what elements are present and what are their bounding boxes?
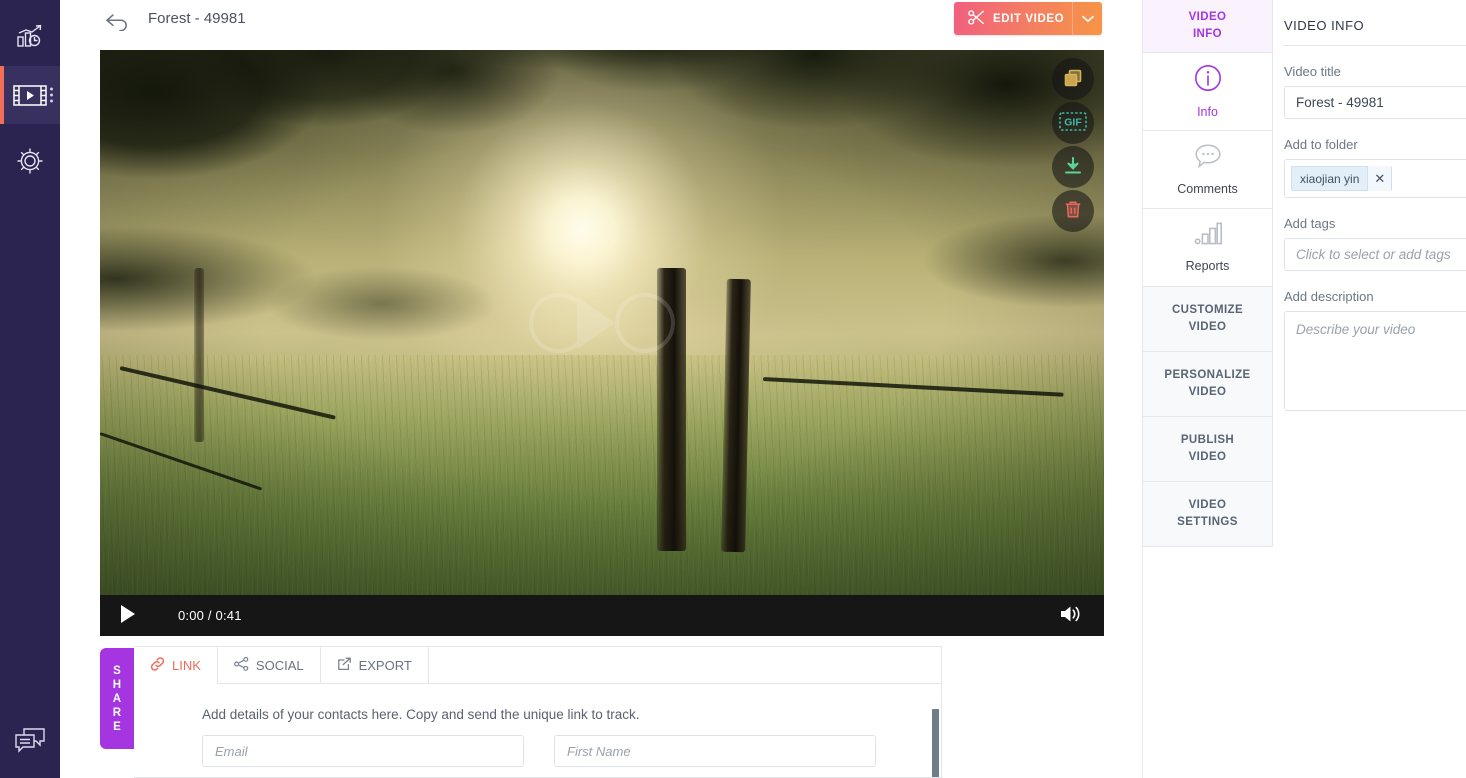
gif-icon: GIF	[1059, 112, 1087, 134]
folder-chip[interactable]: xiaojian yin ✕	[1291, 166, 1393, 191]
tab-publish-video[interactable]: PUBLISH VIDEO	[1143, 417, 1273, 482]
share-hint-text: Add details of your contacts here. Copy …	[202, 707, 640, 722]
folder-input[interactable]: xiaojian yin ✕	[1284, 159, 1466, 198]
player-control-bar: 0:00 / 0:41	[100, 595, 1104, 636]
share-email-input[interactable]	[202, 735, 524, 767]
video-player[interactable]: GIF	[100, 50, 1104, 595]
video-info-pane: VIDEO INFO Video title Forest - 49981 Ad…	[1284, 0, 1466, 778]
chat-bubbles-icon	[14, 727, 46, 759]
video-title-input[interactable]: Forest - 49981	[1284, 86, 1466, 119]
info-circle-icon	[1193, 63, 1223, 98]
page-title: Forest - 49981	[148, 10, 246, 27]
tab-publish-line2: VIDEO	[1188, 451, 1227, 463]
tab-social[interactable]: SOCIAL	[218, 647, 321, 684]
folder-chip-label: xiaojian yin	[1300, 171, 1360, 186]
edit-video-label: EDIT VIDEO	[993, 12, 1065, 25]
tab-export-label: EXPORT	[358, 657, 412, 673]
tab-customize-video[interactable]: CUSTOMIZE VIDEO	[1143, 287, 1273, 352]
share-side-tab[interactable]: S H A R E	[100, 648, 134, 749]
tab-comments-label: Comments	[1177, 181, 1238, 196]
info-heading: VIDEO INFO	[1284, 18, 1466, 46]
sidebar-item-videos[interactable]	[0, 66, 60, 124]
back-button[interactable]	[100, 8, 136, 38]
copy-video-button[interactable]	[1052, 58, 1094, 100]
delete-video-button[interactable]	[1052, 190, 1094, 232]
tab-reports-label: Reports	[1185, 258, 1230, 273]
create-gif-button[interactable]: GIF	[1052, 102, 1094, 144]
tab-video-info-line1: VIDEO	[1188, 11, 1227, 23]
download-video-button[interactable]	[1052, 146, 1094, 188]
tab-video-info[interactable]: VIDEO INFO	[1143, 0, 1273, 53]
video-action-buttons: GIF	[1052, 58, 1094, 232]
back-arrow-icon	[105, 13, 131, 34]
bar-chart-icon	[1193, 221, 1223, 252]
tab-publish-line1: PUBLISH	[1180, 434, 1235, 446]
tab-social-label: SOCIAL	[255, 657, 304, 673]
close-icon[interactable]: ✕	[1367, 166, 1392, 191]
share-tab-strip: LINK SOCIAL EXPORT	[134, 647, 941, 684]
tab-info[interactable]: Info	[1143, 53, 1273, 131]
share-letter: R	[112, 706, 122, 719]
video-title-label: Video title	[1284, 64, 1341, 79]
tab-link[interactable]: LINK	[134, 647, 218, 684]
tab-link-label: LINK	[172, 657, 201, 673]
add-tags-label: Add tags	[1284, 216, 1336, 231]
tab-comments[interactable]: Comments	[1143, 131, 1273, 209]
tab-personalize-line1: PERSONALIZE	[1164, 369, 1251, 381]
add-to-folder-label: Add to folder	[1284, 137, 1358, 152]
share-letter: E	[113, 720, 121, 733]
chevron-down-icon[interactable]	[1072, 2, 1102, 35]
svg-text:GIF: GIF	[1064, 117, 1082, 129]
sidebar-item-chat[interactable]	[0, 708, 60, 778]
export-icon	[337, 657, 352, 674]
volume-button[interactable]	[1052, 595, 1090, 636]
download-icon	[1063, 156, 1083, 179]
volume-on-icon	[1059, 604, 1083, 627]
main-content: Forest - 49981 EDIT VIDEO GIF 0:00 / 0:4…	[60, 0, 1142, 778]
tab-video-settings-line2: SETTINGS	[1177, 516, 1238, 528]
time-display: 0:00 / 0:41	[178, 608, 242, 623]
copy-icon	[1064, 69, 1082, 90]
tags-input[interactable]: Click to select or add tags	[1284, 238, 1466, 271]
edit-video-button[interactable]: EDIT VIDEO	[954, 2, 1102, 35]
right-tab-list: VIDEO INFO Info Comments Reports CUSTOMI…	[1143, 0, 1273, 547]
share-letter: H	[112, 678, 122, 691]
share-scrollbar-thumb[interactable]	[932, 709, 939, 777]
tab-video-info-line2: INFO	[1192, 28, 1223, 40]
tab-personalize-video[interactable]: PERSONALIZE VIDEO	[1143, 352, 1273, 417]
share-letter: S	[113, 664, 121, 677]
share-firstname-input[interactable]	[554, 735, 876, 767]
app-root: Forest - 49981 EDIT VIDEO GIF 0:00 / 0:4…	[0, 0, 1466, 778]
right-panel: VIDEO INFO Info Comments Reports CUSTOMI…	[1142, 0, 1466, 778]
description-textarea[interactable]	[1284, 311, 1466, 411]
play-icon	[119, 604, 137, 627]
analytics-chart-icon	[16, 24, 44, 50]
video-frame-image	[100, 50, 1104, 595]
tab-reports[interactable]: Reports	[1143, 209, 1273, 287]
tab-video-settings[interactable]: VIDEO SETTINGS	[1143, 482, 1273, 547]
tab-info-label: Info	[1197, 104, 1218, 119]
comment-bubble-icon	[1193, 142, 1223, 175]
trash-icon	[1064, 200, 1082, 222]
add-description-label: Add description	[1284, 289, 1374, 304]
tab-customize-line2: VIDEO	[1188, 321, 1227, 333]
sidebar-item-settings[interactable]	[0, 132, 60, 190]
tab-customize-line1: CUSTOMIZE	[1171, 304, 1244, 316]
tab-personalize-line2: VIDEO	[1188, 386, 1227, 398]
tab-export[interactable]: EXPORT	[321, 647, 429, 684]
tab-video-settings-line1: VIDEO	[1188, 499, 1227, 511]
link-icon	[150, 656, 165, 674]
scissors-icon	[968, 9, 985, 28]
gear-icon	[16, 147, 44, 175]
play-button[interactable]	[100, 595, 156, 636]
share-nodes-icon	[234, 656, 249, 674]
top-bar: Forest - 49981 EDIT VIDEO	[60, 0, 1142, 50]
videos-more-menu[interactable]	[50, 87, 53, 103]
share-panel: LINK SOCIAL EXPORT Add details of your c…	[134, 646, 942, 778]
sidebar-item-analytics[interactable]	[0, 8, 60, 66]
left-nav-rail	[0, 0, 60, 778]
share-letter: A	[112, 692, 122, 705]
video-film-icon	[13, 83, 47, 108]
